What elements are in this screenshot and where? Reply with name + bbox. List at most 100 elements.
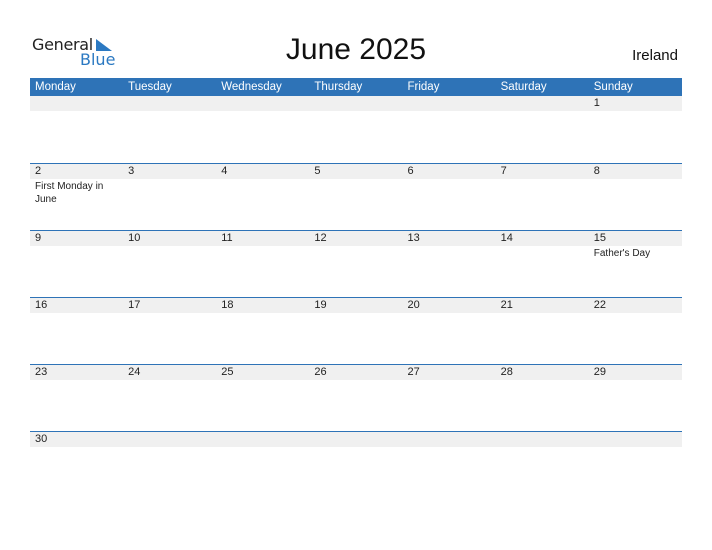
day-number: [402, 432, 496, 447]
day-number: 19: [309, 298, 403, 313]
day-cell: 9: [30, 231, 124, 297]
day-cell: 2 First Monday in June: [30, 164, 124, 230]
weekday-tuesday: Tuesday: [128, 81, 172, 93]
day-cell: 14: [495, 231, 589, 297]
holiday-label: Father's Day: [593, 248, 651, 259]
day-cell: 5: [309, 164, 403, 230]
day-cell: 15 Father's Day: [588, 231, 682, 297]
day-cell: 24: [123, 365, 217, 431]
week-row: 2 First Monday in June 3 4 5 6 7 8: [30, 163, 682, 230]
day-number: 12: [309, 231, 403, 246]
day-cell: 19: [309, 298, 403, 364]
day-cell: [123, 96, 217, 163]
weekday-saturday: Saturday: [500, 81, 547, 93]
day-number: [309, 432, 403, 447]
week-row: 16 17 18 19 20 21 22: [30, 297, 682, 364]
day-number: 13: [402, 231, 496, 246]
weekday-monday: Monday: [35, 81, 76, 93]
day-cell: 21: [495, 298, 589, 364]
day-number: [495, 432, 589, 447]
day-cell: 12: [309, 231, 403, 297]
day-cell: [495, 96, 589, 163]
day-number: [30, 96, 124, 111]
day-cell: [402, 96, 496, 163]
weekday-friday: Friday: [407, 81, 440, 93]
weekday-thursday: Thursday: [314, 81, 363, 93]
day-number: 28: [495, 365, 589, 380]
day-number: 14: [495, 231, 589, 246]
day-number: 22: [588, 298, 682, 313]
day-number: [309, 96, 403, 111]
day-cell: 23: [30, 365, 124, 431]
day-number: 20: [402, 298, 496, 313]
day-number: 3: [123, 164, 217, 179]
day-cell: 1: [588, 96, 682, 163]
day-number: 27: [402, 365, 496, 380]
day-number: 23: [30, 365, 124, 380]
day-cell: 13: [402, 231, 496, 297]
day-cell: 16: [30, 298, 124, 364]
day-cell: [495, 432, 589, 447]
day-cell: [216, 432, 310, 447]
day-number: 4: [216, 164, 310, 179]
country-label: Ireland: [632, 47, 678, 64]
day-number: 6: [402, 164, 496, 179]
week-row: 9 10 11 12 13 14 15 Father's Day: [30, 230, 682, 297]
day-cell: 30: [30, 432, 124, 447]
day-number: [216, 96, 310, 111]
day-number: 29: [588, 365, 682, 380]
day-cell: [309, 96, 403, 163]
day-cell: 26: [309, 365, 403, 431]
day-cell: 17: [123, 298, 217, 364]
calendar-grid: Monday Tuesday Wednesday Thursday Friday…: [30, 78, 682, 447]
day-number: 17: [123, 298, 217, 313]
weekday-wednesday: Wednesday: [221, 81, 282, 93]
day-number: 7: [495, 164, 589, 179]
calendar-title: June 2025: [285, 33, 427, 66]
day-number: 1: [588, 96, 682, 111]
week-row: 30: [30, 431, 682, 447]
day-cell: [123, 432, 217, 447]
day-number: [588, 432, 682, 447]
day-number: 18: [216, 298, 310, 313]
day-cell: 10: [123, 231, 217, 297]
day-cell: [216, 96, 310, 163]
day-cell: 3: [123, 164, 217, 230]
day-number: 5: [309, 164, 403, 179]
holiday-label: First Monday in June: [35, 181, 104, 205]
day-cell: [588, 432, 682, 447]
day-cell: 25: [216, 365, 310, 431]
day-number: 21: [495, 298, 589, 313]
day-cell: 7: [495, 164, 589, 230]
day-number: 8: [588, 164, 682, 179]
day-number: 2: [30, 164, 124, 179]
weekday-header: Monday Tuesday Wednesday Thursday Friday…: [30, 78, 682, 96]
day-cell: 22: [588, 298, 682, 364]
day-cell: 6: [402, 164, 496, 230]
day-number: [402, 96, 496, 111]
day-number: [495, 96, 589, 111]
day-number: [216, 432, 310, 447]
day-cell: 4: [216, 164, 310, 230]
week-row: 1: [30, 96, 682, 163]
day-cell: [402, 432, 496, 447]
day-cell: 18: [216, 298, 310, 364]
day-cell: 28: [495, 365, 589, 431]
day-number: 15: [588, 231, 682, 246]
day-cell: 20: [402, 298, 496, 364]
day-number: 25: [216, 365, 310, 380]
day-number: [123, 432, 217, 447]
day-number: 26: [309, 365, 403, 380]
day-number: 11: [216, 231, 310, 246]
day-cell: 11: [216, 231, 310, 297]
day-cell: 8: [588, 164, 682, 230]
day-number: 9: [30, 231, 124, 246]
day-cell: 27: [402, 365, 496, 431]
day-number: [123, 96, 217, 111]
day-number: 30: [30, 432, 124, 447]
week-row: 23 24 25 26 27 28 29: [30, 364, 682, 431]
day-cell: [30, 96, 124, 163]
day-number: 24: [123, 365, 217, 380]
day-cell: 29: [588, 365, 682, 431]
day-cell: [309, 432, 403, 447]
